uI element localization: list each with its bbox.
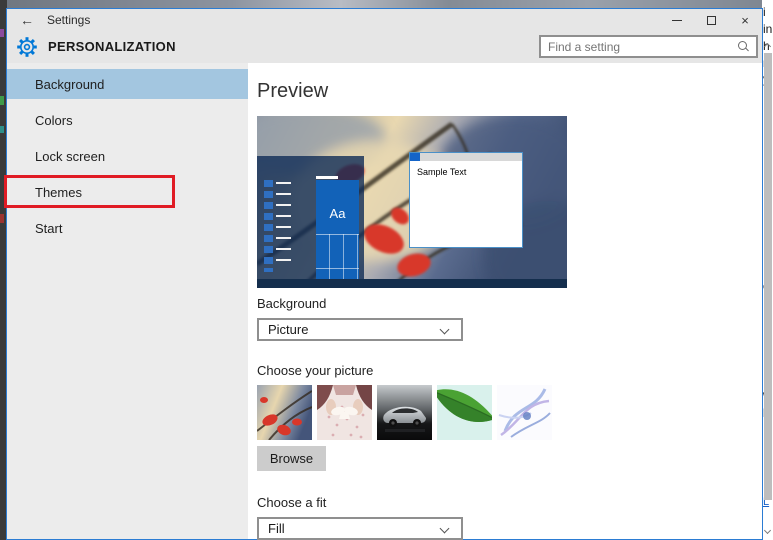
choose-picture-label: Choose your picture: [257, 363, 374, 378]
picture-thumbnails: [257, 385, 762, 440]
thumbnail-abstract-blue[interactable]: [497, 385, 552, 440]
background-label: Background: [257, 296, 327, 311]
choose-fit-label: Choose a fit: [257, 495, 327, 510]
search-box: [539, 35, 758, 58]
sidebar-item-themes[interactable]: Themes: [7, 177, 248, 207]
sidebar-item-lock-screen[interactable]: Lock screen: [7, 141, 248, 171]
scroll-down-icon: [763, 526, 772, 535]
preview-window-titlebar: [410, 153, 522, 161]
close-button[interactable]: ×: [728, 9, 762, 31]
back-button[interactable]: ←: [7, 12, 47, 28]
background-speck: [0, 126, 4, 133]
thumbnail-autumn-leaves[interactable]: [257, 385, 312, 440]
thumbnail-green-leaf[interactable]: [437, 385, 492, 440]
clipped-text: i: [763, 5, 766, 19]
chevron-down-icon: [439, 523, 450, 534]
background-type-dropdown[interactable]: Picture: [257, 318, 463, 341]
fit-value: Fill: [268, 521, 285, 536]
thumbnail-floral-dress[interactable]: [317, 385, 372, 440]
preview-accent-tile: Aa: [316, 180, 359, 279]
background-type-value: Picture: [268, 322, 309, 337]
preview-menu-lines: [276, 182, 291, 270]
background-scrollbar: [764, 53, 772, 500]
preview-window-accent-square: [410, 153, 420, 161]
main-content: Preview Aa Sample Text Background Pictur…: [248, 63, 762, 540]
settings-window: ← Settings × PERSONALIZATION Find a sett…: [4, 8, 763, 540]
search-input[interactable]: [541, 39, 736, 54]
fit-dropdown[interactable]: Fill: [257, 517, 463, 540]
window-title: Settings: [47, 13, 91, 27]
preview-tile-grid: [316, 234, 359, 279]
window-body: Background Colors Lock screen Themes Sta…: [7, 63, 762, 540]
gear-icon: [17, 37, 37, 57]
chevron-down-icon: [439, 324, 450, 335]
minimize-button[interactable]: [660, 9, 694, 31]
caption-buttons: ×: [660, 9, 762, 31]
screen: i in h nl yi e w h L ← Settings ×: [0, 0, 773, 540]
background-speck: [0, 96, 4, 105]
sidebar-item-start[interactable]: Start: [7, 213, 248, 243]
close-icon: ×: [741, 12, 749, 28]
preview-tile-label: Aa: [329, 206, 346, 221]
sidebar-item-background[interactable]: Background: [7, 69, 248, 99]
preview-sample-window: Sample Text: [409, 152, 523, 248]
sidebar-item-colors[interactable]: Colors: [7, 105, 248, 135]
titlebar: ← Settings ×: [7, 9, 762, 31]
sidebar: Background Colors Lock screen Themes Sta…: [7, 63, 248, 539]
maximize-button[interactable]: [694, 9, 728, 31]
search-icon[interactable]: [736, 40, 750, 54]
preview-heading: Preview: [257, 80, 329, 102]
thumbnail-silver-car[interactable]: [377, 385, 432, 440]
preview-sample-text: Sample Text: [417, 167, 467, 177]
desktop-preview: Aa Sample Text: [257, 116, 567, 288]
background-speck: [0, 214, 4, 223]
clipped-text: in: [763, 22, 773, 36]
page-header: PERSONALIZATION: [7, 31, 762, 63]
preview-taskbar: [257, 279, 567, 288]
browse-button[interactable]: Browse: [257, 446, 326, 471]
maximize-icon: [706, 15, 716, 25]
page-title: PERSONALIZATION: [48, 39, 176, 54]
preview-menu-tiles: [264, 180, 273, 272]
background-right-page: i in h nl yi e w h L: [762, 0, 773, 540]
minimize-icon: [672, 19, 682, 21]
preview-tile-dash: [316, 176, 338, 179]
background-speck: [0, 29, 4, 37]
